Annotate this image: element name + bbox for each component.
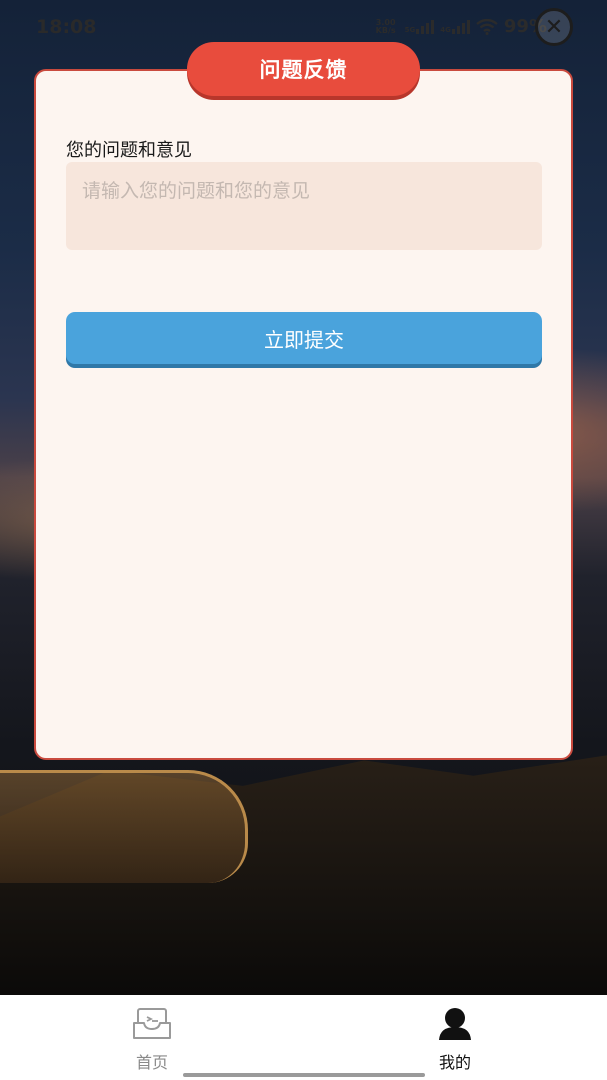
tab-mine-label: 我的	[438, 1053, 471, 1072]
home-indicator[interactable]	[183, 1073, 425, 1077]
feedback-input[interactable]	[66, 162, 542, 250]
tab-mine[interactable]: 我的	[395, 1007, 515, 1073]
network-speed: 3.00 KB/s	[375, 17, 396, 35]
wifi-icon	[476, 18, 498, 35]
tab-home[interactable]: 首页	[92, 1007, 212, 1073]
submit-button[interactable]: 立即提交	[66, 312, 542, 364]
close-icon[interactable]: ✕	[535, 8, 573, 46]
bottom-tab-bar: 首页 我的	[0, 995, 607, 1080]
signal-icon	[451, 19, 470, 34]
signal-icon	[416, 19, 435, 34]
feedback-field-label: 您的问题和意见	[66, 140, 192, 161]
tab-home-label: 首页	[135, 1053, 168, 1072]
card-title: 问题反馈	[187, 42, 420, 96]
user-icon	[435, 1007, 475, 1041]
status-indicators: 3.00 KB/s 5G 4G 99%	[373, 16, 547, 37]
sim1-signal: 5G	[405, 19, 435, 34]
inbox-icon	[132, 1007, 172, 1041]
background-viewing-deck	[0, 770, 248, 883]
sim2-signal: 4G	[440, 19, 470, 34]
status-time: 18:08	[36, 16, 97, 38]
